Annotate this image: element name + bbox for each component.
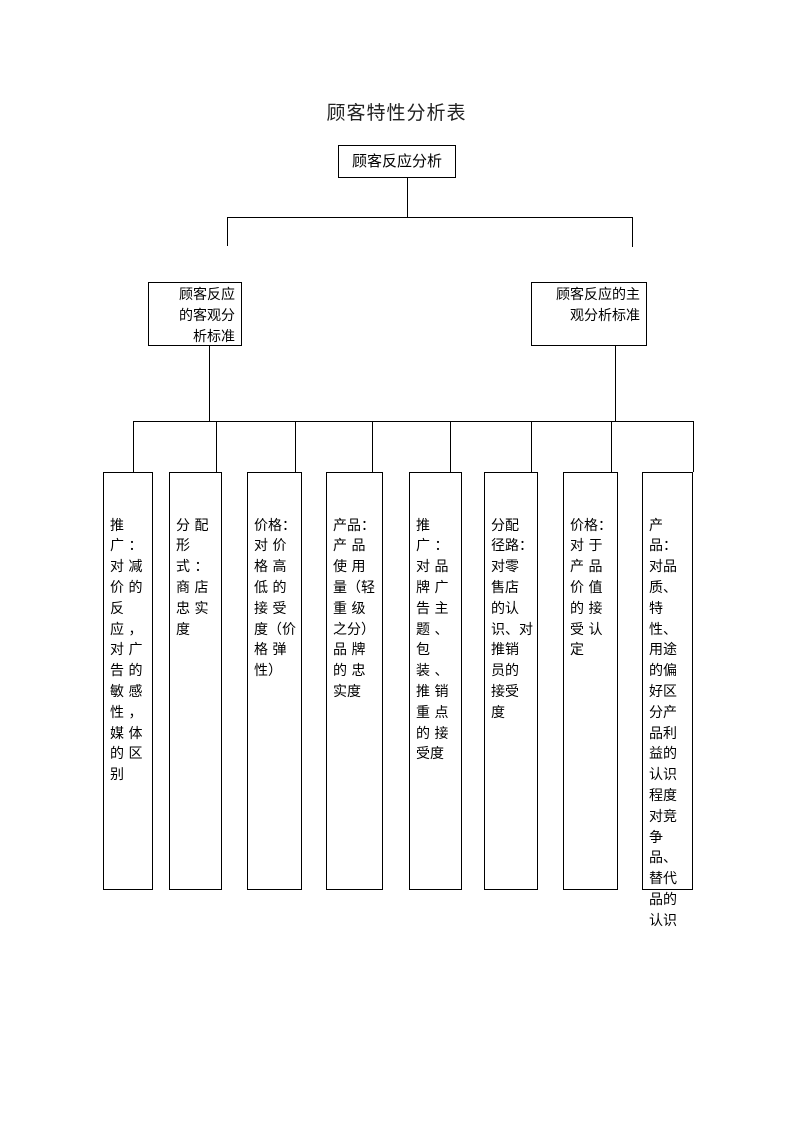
connector-objective-down — [209, 346, 210, 422]
connector-to-objective — [227, 217, 228, 246]
root-node-label: 顾客反应分析 — [351, 152, 442, 170]
connector-level1-bus — [227, 217, 633, 218]
leaf-distribution-subjective: 分配 径路： 对零 售店 的认 识、对 推销 员的 接受 度 — [484, 472, 538, 890]
leaf-promotion-objective: 推 广 ： 对 减 价 的 反 应 ， 对 广 告 的 敏 感 性 ， 媒 体 … — [103, 472, 153, 890]
connector-to-subjective — [632, 217, 633, 247]
leaf-price-objective: 价格： 对 价 格 高 低 的 接 受 度（价 格 弹 性） — [247, 472, 302, 890]
connector-leaf-2 — [216, 421, 217, 472]
page-title: 顾客特性分析表 — [326, 102, 467, 124]
connector-leaf-8 — [693, 421, 694, 472]
leaf-distribution-objective: 分 配 形 式 ： 商 店 忠 实 度 — [169, 472, 222, 890]
leaf-text: 分 配 形 式 ： 商 店 忠 实 度 — [176, 517, 209, 638]
subjective-criteria-label: 顾客反应的主 观分析标准 — [556, 287, 640, 324]
subjective-criteria-node: 顾客反应的主 观分析标准 — [531, 282, 647, 346]
connector-leaf-5 — [450, 421, 451, 472]
connector-leaf-3 — [295, 421, 296, 472]
connector-root-down — [407, 178, 408, 218]
leaf-promotion-subjective: 推 广 ： 对 品 牌 广 告 主 题 、 包 装 、 推 销 重 点 的 接 … — [409, 472, 462, 890]
connector-leaf-7 — [611, 421, 612, 472]
leaf-product-subjective: 产 品： 对品 质、 特 性、 用途 的偏 好区 分产 品利 益的 认识 程度 … — [642, 472, 693, 929]
leaf-text: 价格： 对 价 格 高 低 的 接 受 度（价 格 弹 性） — [254, 517, 296, 680]
connector-leaf-4 — [372, 421, 373, 472]
objective-criteria-label: 顾客反应 的客观分 析标准 — [179, 287, 235, 345]
leaf-text: 产品： 产 品 使 用 量（轻 重 级 之分） 品 牌 的 忠 实度 — [333, 517, 375, 700]
objective-criteria-node: 顾客反应 的客观分 析标准 — [148, 282, 242, 346]
leaf-product-objective: 产品： 产 品 使 用 量（轻 重 级 之分） 品 牌 的 忠 实度 — [326, 472, 383, 890]
leaf-text: 推 广 ： 对 品 牌 广 告 主 题 、 包 装 、 推 销 重 点 的 接 … — [416, 517, 449, 763]
connector-leaf-6 — [531, 421, 532, 472]
connector-subjective-down — [615, 346, 616, 422]
leaf-text: 分配 径路： 对零 售店 的认 识、对 推销 员的 接受 度 — [491, 517, 533, 721]
leaf-text: 价格： 对 于 产 品 价 值 的 接 受 认 定 — [570, 517, 612, 659]
leaf-text: 产 品： 对品 质、 特 性、 用途 的偏 好区 分产 品利 益的 认识 程度 … — [649, 517, 677, 929]
leaf-price-subjective: 价格： 对 于 产 品 价 值 的 接 受 认 定 — [563, 472, 618, 890]
leaf-text: 推 广 ： 对 减 价 的 反 应 ， 对 广 告 的 敏 感 性 ， 媒 体 … — [110, 517, 143, 784]
connector-leaf-1 — [133, 421, 134, 472]
connector-level2-bus — [133, 421, 694, 422]
root-node: 顾客反应分析 — [338, 145, 456, 178]
